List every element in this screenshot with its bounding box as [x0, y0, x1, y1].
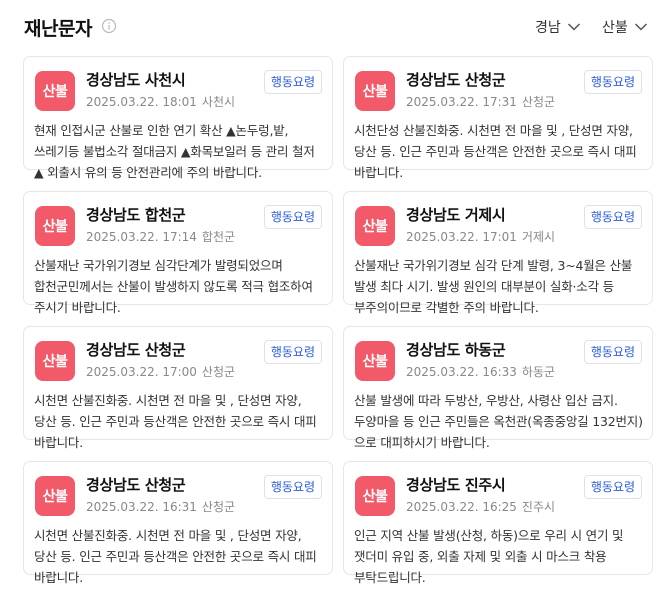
alert-card[interactable]: 산불 경상남도 사천시 2025.03.22. 18:01 사천시 행동요령 현재…: [23, 56, 333, 180]
alert-card[interactable]: 산불 경상남도 산청군 2025.03.22. 16:31 산청군 행동요령 시천…: [23, 461, 333, 585]
card-date: 2025.03.22. 17:00: [86, 365, 197, 379]
card-timestamp: 2025.03.22. 17:01 거제시: [406, 228, 555, 245]
card-region-title: 경상남도 거제시: [406, 206, 506, 224]
card-region-title: 경상남도 산청군: [86, 341, 186, 359]
region-filter-dropdown[interactable]: 경남: [535, 17, 581, 37]
action-guide-button[interactable]: 행동요령: [583, 205, 642, 229]
card-message: 시천단성 산불진화중. 시천면 전 마을 및 , 단성면 자양, 당산 등. 인…: [354, 123, 637, 180]
card-timestamp: 2025.03.22. 18:01 사천시: [86, 93, 235, 110]
chevron-down-icon: [634, 23, 647, 31]
category-filter-label: 산불: [602, 20, 628, 36]
card-message: 산불재난 국가위기경보 심각 단계 발령, 3~4월은 산불 발생 최다 시기.…: [354, 258, 633, 315]
category-badge: 산불: [35, 341, 75, 381]
card-location: 산청군: [201, 365, 236, 379]
card-date: 2025.03.22. 17:31: [406, 95, 517, 109]
alert-card[interactable]: 산불 경상남도 산청군 2025.03.22. 17:00 산청군 행동요령 시천…: [23, 326, 333, 450]
card-timestamp: 2025.03.22. 17:00 산청군: [86, 363, 235, 380]
category-badge: 산불: [355, 206, 395, 246]
action-guide-button[interactable]: 행동요령: [263, 340, 322, 364]
alert-card[interactable]: 산불 경상남도 거제시 2025.03.22. 17:01 거제시 행동요령 산불…: [343, 191, 653, 315]
card-message: 현재 인접시군 산불로 인한 연기 확산 ▲논두렁,밭, 쓰레기등 불법소각 절…: [34, 123, 315, 180]
category-filter-dropdown[interactable]: 산불: [602, 17, 648, 37]
card-message: 산불 발생에 따라 두방산, 우방산, 사령산 입산 금지. 두양마을 등 인근…: [354, 393, 643, 450]
card-location: 산청군: [201, 500, 236, 514]
action-guide-button[interactable]: 행동요령: [583, 340, 642, 364]
card-location: 거제시: [521, 230, 556, 244]
card-region-title: 경상남도 산청군: [406, 71, 506, 89]
card-date: 2025.03.22. 16:33: [406, 365, 517, 379]
card-date: 2025.03.22. 17:14: [86, 230, 197, 244]
category-badge: 산불: [35, 206, 75, 246]
card-location: 합천군: [201, 230, 236, 244]
action-guide-button[interactable]: 행동요령: [263, 475, 322, 499]
card-timestamp: 2025.03.22. 16:31 산청군: [86, 498, 235, 515]
page-title: 재난문자: [24, 18, 92, 40]
card-location: 진주시: [521, 500, 556, 514]
card-location: 사천시: [201, 95, 236, 109]
action-guide-button[interactable]: 행동요령: [583, 475, 642, 499]
card-date: 2025.03.22. 17:01: [406, 230, 517, 244]
category-badge: 산불: [355, 71, 395, 111]
category-badge: 산불: [35, 71, 75, 111]
action-guide-button[interactable]: 행동요령: [263, 205, 322, 229]
header: 재난문자 경남 산불: [0, 0, 664, 54]
card-date: 2025.03.22. 16:25: [406, 500, 517, 514]
category-badge: 산불: [355, 476, 395, 516]
action-guide-button[interactable]: 행동요령: [263, 70, 322, 94]
alert-card[interactable]: 산불 경상남도 진주시 2025.03.22. 16:25 진주시 행동요령 인근…: [343, 461, 653, 585]
alert-card[interactable]: 산불 경상남도 합천군 2025.03.22. 17:14 합천군 행동요령 산불…: [23, 191, 333, 315]
chevron-down-icon: [567, 23, 580, 31]
card-region-title: 경상남도 사천시: [86, 71, 186, 89]
card-location: 산청군: [521, 95, 556, 109]
card-region-title: 경상남도 산청군: [86, 476, 186, 494]
card-timestamp: 2025.03.22. 17:14 합천군: [86, 228, 235, 245]
card-message: 시천면 산불진화중. 시천면 전 마을 및 , 단성면 자양, 당산 등. 인근…: [34, 393, 317, 450]
category-badge: 산불: [355, 341, 395, 381]
category-badge: 산불: [35, 476, 75, 516]
card-region-title: 경상남도 진주시: [406, 476, 506, 494]
action-guide-button[interactable]: 행동요령: [583, 70, 642, 94]
card-region-title: 경상남도 하동군: [406, 341, 506, 359]
card-region-title: 경상남도 합천군: [86, 206, 186, 224]
card-message: 시천면 산불진화중. 시천면 전 마을 및 , 단성면 자양, 당산 등. 인근…: [34, 528, 317, 585]
card-message: 산불재난 국가위기경보 심각단계가 발령되었으며 합천군민께서는 산불이 발생하…: [34, 258, 313, 315]
alert-card[interactable]: 산불 경상남도 하동군 2025.03.22. 16:33 하동군 행동요령 산불…: [343, 326, 653, 450]
card-location: 하동군: [521, 365, 556, 379]
region-filter-label: 경남: [535, 20, 561, 36]
card-message: 인근 지역 산불 발생(산청, 하동)으로 우리 시 연기 및 잿더미 유입 중…: [354, 528, 624, 585]
info-circle-icon[interactable]: [101, 18, 117, 34]
card-date: 2025.03.22. 18:01: [86, 95, 197, 109]
card-date: 2025.03.22. 16:31: [86, 500, 197, 514]
alert-card[interactable]: 산불 경상남도 산청군 2025.03.22. 17:31 산청군 행동요령 시천…: [343, 56, 653, 180]
card-timestamp: 2025.03.22. 16:25 진주시: [406, 498, 555, 515]
card-timestamp: 2025.03.22. 17:31 산청군: [406, 93, 555, 110]
card-timestamp: 2025.03.22. 16:33 하동군: [406, 363, 555, 380]
